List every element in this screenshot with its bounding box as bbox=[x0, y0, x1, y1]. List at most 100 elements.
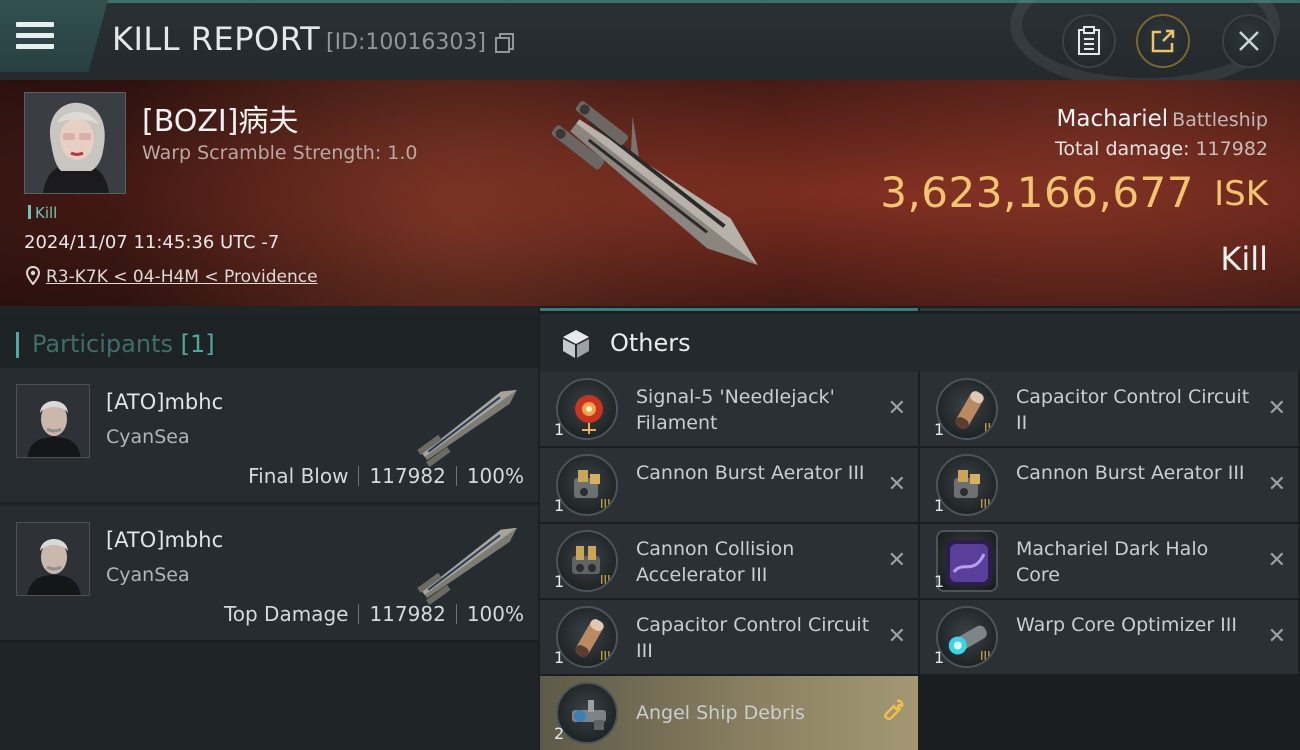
svg-text:III: III bbox=[980, 649, 991, 663]
kill-location: R3-K7K < 04-H4M < Providence bbox=[26, 266, 318, 287]
participants-header: Participants [1] bbox=[0, 314, 538, 372]
participant-row[interactable]: [ATO]mbhc CyanSea Top Damage 117982 100% bbox=[0, 506, 538, 642]
warp-scramble-strength: Warp Scramble Strength: 1.0 bbox=[142, 142, 418, 164]
copy-icon[interactable] bbox=[494, 32, 516, 54]
capacitor-circuit-icon: II bbox=[936, 378, 998, 440]
kill-tag: Kill bbox=[28, 204, 57, 222]
item-quantity: 1 bbox=[934, 648, 945, 667]
burst-aerator-icon: III bbox=[936, 454, 998, 516]
top-bar: KILL REPORT [ID:10016303] bbox=[0, 0, 1300, 90]
item-row[interactable]: II 1 Capacitor Control Circuit II ✕ bbox=[920, 372, 1298, 446]
destroyed-x-icon: ✕ bbox=[1267, 624, 1286, 649]
participant-stats: Final Blow 117982 100% bbox=[248, 464, 524, 488]
participants-title: Participants [1] bbox=[32, 330, 215, 358]
participant-avatar[interactable] bbox=[16, 522, 90, 596]
item-row-dropped[interactable]: 2 Angel Ship Debris bbox=[540, 676, 918, 750]
victim-name: [BOZI]病夫 bbox=[142, 104, 299, 139]
location-link[interactable]: R3-K7K < 04-H4M < Providence bbox=[46, 267, 318, 287]
svg-text:III: III bbox=[600, 497, 611, 511]
participant-percent: 100% bbox=[466, 464, 524, 488]
clipboard-icon bbox=[1078, 26, 1100, 55]
page-title: KILL REPORT bbox=[112, 20, 321, 58]
item-quantity: 1 bbox=[934, 496, 945, 515]
kill-summary-banner: [BOZI]病夫 Warp Scramble Strength: 1.0 Kil… bbox=[0, 80, 1300, 306]
clipboard-button[interactable] bbox=[1062, 14, 1116, 68]
item-quantity: 1 bbox=[554, 572, 565, 591]
item-row[interactable]: III 1 Capacitor Control Circuit III ✕ bbox=[540, 600, 918, 674]
item-quantity: 1 bbox=[554, 420, 565, 439]
participant-name: [ATO]mbhc bbox=[106, 390, 224, 414]
destroyed-x-icon: ✕ bbox=[1267, 472, 1286, 497]
item-row[interactable]: III 1 Warp Core Optimizer III ✕ bbox=[920, 600, 1298, 674]
ship-name-line: Machariel Battleship bbox=[1057, 106, 1268, 132]
burst-aerator-icon: III bbox=[556, 454, 618, 516]
item-name: Angel Ship Debris bbox=[636, 702, 805, 724]
pilot-portrait-icon bbox=[17, 523, 89, 595]
export-button[interactable] bbox=[1136, 14, 1190, 68]
item-row[interactable]: III 1 Cannon Burst Aerator III ✕ bbox=[540, 448, 918, 522]
svg-text:III: III bbox=[980, 497, 991, 511]
filament-icon bbox=[556, 378, 618, 440]
report-id: [ID:10016303] bbox=[326, 30, 486, 55]
participants-label: Participants bbox=[32, 330, 173, 358]
cube-icon bbox=[563, 330, 589, 358]
pilot-portrait-icon bbox=[25, 93, 125, 193]
participant-ship-image bbox=[417, 389, 517, 467]
kill-timestamp: 2024/11/07 11:45:36 UTC -7 bbox=[24, 232, 280, 253]
participant-name: [ATO]mbhc bbox=[106, 528, 224, 552]
item-name: Capacitor Control Circuit III bbox=[636, 614, 870, 662]
svg-text:III: III bbox=[600, 649, 611, 663]
svg-text:III: III bbox=[600, 573, 611, 587]
destroyed-x-icon: ✕ bbox=[887, 548, 906, 573]
total-damage-label: Total damage: bbox=[1055, 138, 1190, 160]
item-name: Signal-5 'Needlejack' Filament bbox=[636, 386, 835, 434]
wrench-icon[interactable] bbox=[882, 698, 906, 728]
total-damage-line: Total damage: 117982 bbox=[1055, 138, 1268, 160]
participant-damage: 117982 bbox=[369, 464, 446, 488]
item-row[interactable]: 1 Machariel Dark Halo Core ✕ bbox=[920, 524, 1298, 598]
item-row[interactable]: 1 Signal-5 'Needlejack' Filament ✕ bbox=[540, 372, 918, 446]
panel-accent-line bbox=[540, 308, 918, 311]
item-name: Cannon Burst Aerator III bbox=[1016, 462, 1245, 484]
item-name: Capacitor Control Circuit II bbox=[1016, 386, 1250, 434]
destroyed-x-icon: ✕ bbox=[1267, 548, 1286, 573]
isk-unit: ISK bbox=[1214, 174, 1268, 214]
close-button[interactable] bbox=[1222, 14, 1276, 68]
svg-text:II: II bbox=[984, 421, 991, 435]
export-icon bbox=[1151, 29, 1175, 53]
header-accent-bar bbox=[16, 332, 19, 358]
participant-damage: 117982 bbox=[369, 602, 446, 626]
item-row[interactable]: III 1 Cannon Burst Aerator III ✕ bbox=[920, 448, 1298, 522]
participant-row[interactable]: [ATO]mbhc CyanSea Final Blow 117982 100% bbox=[0, 368, 538, 504]
item-quantity: 1 bbox=[934, 420, 945, 439]
victim-avatar[interactable] bbox=[24, 92, 126, 194]
participant-percent: 100% bbox=[466, 602, 524, 626]
item-name: Cannon Burst Aerator III bbox=[636, 462, 865, 484]
collision-accelerator-icon: III bbox=[556, 530, 618, 592]
destroyed-x-icon: ✕ bbox=[887, 396, 906, 421]
participant-ship-image bbox=[417, 527, 517, 605]
close-icon bbox=[1239, 31, 1259, 51]
item-quantity: 2 bbox=[554, 724, 565, 743]
ship-name: Machariel bbox=[1056, 106, 1169, 132]
participant-role: Top Damage bbox=[223, 602, 349, 626]
item-row[interactable]: III 1 Cannon Collision Accelerator III ✕ bbox=[540, 524, 918, 598]
pilot-portrait-icon bbox=[17, 385, 89, 457]
menu-icon[interactable] bbox=[16, 22, 54, 50]
halo-core-icon bbox=[936, 530, 998, 592]
total-damage-value: 117982 bbox=[1195, 138, 1268, 160]
destroyed-x-icon: ✕ bbox=[887, 624, 906, 649]
items-panel: Others 1 Signal-5 'Needlejack' Filament … bbox=[540, 306, 1300, 750]
destroyed-x-icon: ✕ bbox=[1267, 396, 1286, 421]
participant-avatar[interactable] bbox=[16, 384, 90, 458]
isk-value: 3,623,166,677 bbox=[880, 168, 1194, 217]
participants-panel: Participants [1] [ATO]mbhc CyanSea Final… bbox=[0, 306, 538, 750]
others-header: Others bbox=[540, 314, 1300, 372]
participants-count: [1] bbox=[180, 330, 215, 358]
item-quantity: 1 bbox=[554, 496, 565, 515]
ship-class: Battleship bbox=[1172, 109, 1268, 131]
destroyed-x-icon: ✕ bbox=[887, 472, 906, 497]
item-quantity: 1 bbox=[934, 572, 945, 591]
participant-corp: CyanSea bbox=[106, 426, 190, 448]
location-pin-icon bbox=[26, 266, 40, 285]
